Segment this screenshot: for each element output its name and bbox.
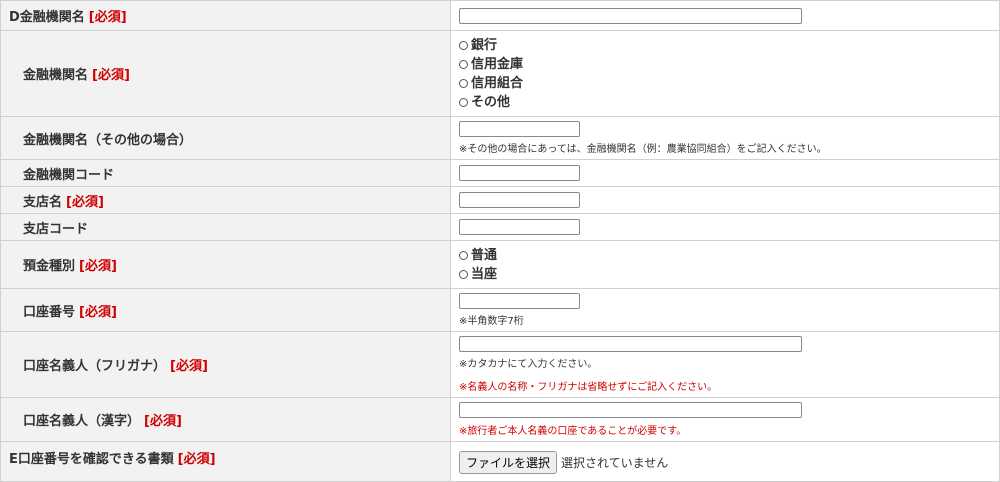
radio-shinkumi[interactable]: 信用組合: [459, 74, 991, 93]
holder-kanji-input[interactable]: [459, 402, 802, 418]
row-d-bank-name: D金融機関名 [必須]: [0, 0, 1000, 31]
d-bank-name-input[interactable]: [459, 7, 802, 24]
radio-circle-icon: [459, 40, 468, 50]
bank-code-input[interactable]: [459, 165, 580, 181]
radio-label: 銀行: [471, 37, 498, 53]
choose-file-button[interactable]: ファイルを選択: [459, 451, 558, 474]
account-number-label: 口座番号: [23, 304, 76, 320]
radio-futsu[interactable]: 普通: [459, 246, 991, 265]
deposit-type-label-cell: 預金種別 [必須]: [0, 240, 451, 289]
row-holder-kana: 口座名義人（フリガナ） [必須] ※カタカナにて入力ください。 ※名義人の名称・フ…: [0, 331, 1000, 398]
bank-code-value-cell: [450, 159, 1000, 187]
required-badge: [必須]: [92, 68, 130, 83]
bank-other-input[interactable]: [459, 121, 580, 137]
radio-label: 当座: [471, 266, 498, 282]
branch-code-label: 支店コード: [23, 221, 89, 237]
bank-type-label: 金融機関名: [23, 68, 89, 83]
e-document-value-cell: ファイルを選択 選択されていません: [450, 441, 1000, 482]
radio-label: 信用組合: [471, 75, 524, 91]
account-number-label-cell: 口座番号 [必須]: [0, 288, 451, 332]
bank-type-value-cell: 銀行 信用金庫 信用組合 その他: [450, 30, 1000, 117]
branch-name-label: 支店名: [23, 194, 63, 210]
holder-kana-label-cell: 口座名義人（フリガナ） [必須]: [0, 331, 451, 398]
required-badge: [必須]: [66, 194, 104, 210]
holder-kana-warning: ※名義人の名称・フリガナは省略せずにご記入ください。: [459, 382, 718, 393]
row-branch-code: 支店コード: [0, 213, 1000, 241]
account-number-value-cell: ※半角数字7桁: [450, 288, 1000, 332]
radio-circle-icon: [459, 250, 468, 260]
d-bank-name-label: D金融機関名: [9, 10, 85, 25]
radio-bank[interactable]: 銀行: [459, 36, 991, 55]
required-badge: [必須]: [88, 10, 127, 25]
holder-kanji-warning: ※旅行者ご本人名義の口座であることが必要です。: [459, 426, 687, 437]
holder-kanji-label: 口座名義人（漢字）: [23, 414, 141, 429]
file-status: 選択されていません: [561, 456, 669, 470]
radio-circle-icon: [459, 78, 468, 88]
bank-type-label-cell: 金融機関名 [必須]: [0, 30, 451, 117]
bank-code-label: 金融機関コード: [23, 167, 115, 183]
radio-circle-icon: [459, 269, 468, 279]
holder-kanji-value-cell: ※旅行者ご本人名義の口座であることが必要です。: [450, 397, 1000, 442]
required-badge: [必須]: [177, 452, 216, 467]
required-badge: [必須]: [79, 259, 117, 274]
bank-other-label-cell: 金融機関名（その他の場合）: [0, 116, 451, 160]
d-bank-name-label-cell: D金融機関名 [必須]: [0, 0, 451, 31]
bank-code-label-cell: 金融機関コード: [0, 159, 451, 187]
bank-form-table: D金融機関名 [必須] 金融機関名 [必須] 銀行 信用金庫 信用組合 その他 金融…: [0, 0, 1000, 482]
radio-circle-icon: [459, 59, 468, 69]
branch-name-input[interactable]: [459, 192, 580, 208]
account-number-input[interactable]: [459, 293, 580, 309]
branch-code-input[interactable]: [459, 219, 580, 235]
row-bank-code: 金融機関コード: [0, 159, 1000, 187]
required-badge: [必須]: [170, 359, 208, 374]
branch-name-value-cell: [450, 186, 1000, 214]
radio-label: その他: [471, 94, 511, 110]
holder-kana-value-cell: ※カタカナにて入力ください。 ※名義人の名称・フリガナは省略せずにご記入ください…: [450, 331, 1000, 398]
row-account-number: 口座番号 [必須] ※半角数字7桁: [0, 288, 1000, 332]
d-bank-name-value-cell: [450, 0, 1000, 31]
row-e-document: E口座番号を確認できる書類 [必須] ファイルを選択 選択されていません: [0, 441, 1000, 482]
radio-toza[interactable]: 当座: [459, 265, 991, 284]
e-document-label-cell: E口座番号を確認できる書類 [必須]: [0, 441, 451, 482]
bank-other-value-cell: ※その他の場合にあっては、金融機関名（例：農業協同組合）をご記入ください。: [450, 116, 1000, 160]
holder-kanji-label-cell: 口座名義人（漢字） [必須]: [0, 397, 451, 442]
holder-kana-input[interactable]: [459, 336, 802, 352]
row-holder-kanji: 口座名義人（漢字） [必須] ※旅行者ご本人名義の口座であることが必要です。: [0, 397, 1000, 442]
row-bank-other: 金融機関名（その他の場合） ※その他の場合にあっては、金融機関名（例：農業協同組…: [0, 116, 1000, 160]
branch-code-value-cell: [450, 213, 1000, 241]
row-deposit-type: 預金種別 [必須] 普通 当座: [0, 240, 1000, 289]
branch-name-label-cell: 支店名 [必須]: [0, 186, 451, 214]
radio-other[interactable]: その他: [459, 93, 991, 112]
holder-kana-note: ※カタカナにて入力ください。: [459, 359, 598, 370]
branch-code-label-cell: 支店コード: [0, 213, 451, 241]
radio-circle-icon: [459, 97, 468, 107]
holder-kana-label: 口座名義人（フリガナ）: [23, 359, 167, 374]
account-number-note: ※半角数字7桁: [459, 316, 524, 327]
row-bank-type: 金融機関名 [必須] 銀行 信用金庫 信用組合 その他: [0, 30, 1000, 117]
required-badge: [必須]: [144, 414, 182, 429]
radio-label: 信用金庫: [471, 56, 524, 72]
bank-other-note: ※その他の場合にあっては、金融機関名（例：農業協同組合）をご記入ください。: [459, 144, 827, 155]
e-document-label: E口座番号を確認できる書類: [9, 452, 174, 467]
deposit-type-label: 預金種別: [23, 259, 76, 274]
row-branch-name: 支店名 [必須]: [0, 186, 1000, 214]
required-badge: [必須]: [79, 304, 117, 320]
radio-label: 普通: [471, 247, 498, 263]
bank-other-label: 金融機関名（その他の場合）: [23, 132, 193, 148]
deposit-type-value-cell: 普通 当座: [450, 240, 1000, 289]
radio-shinkin[interactable]: 信用金庫: [459, 55, 991, 74]
